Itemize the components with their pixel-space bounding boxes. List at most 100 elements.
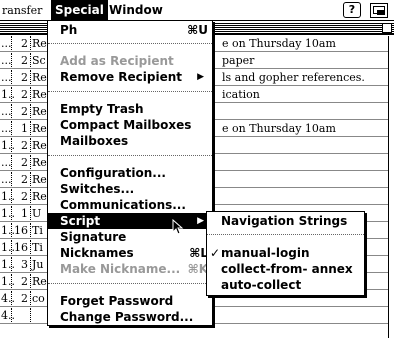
- table-cell-c1: 1..: [1, 240, 15, 255]
- menu-item-nicknames[interactable]: Nicknames ⌘L: [48, 245, 212, 261]
- table-cell-c2: 16: [13, 223, 31, 238]
- menu-separator: [48, 283, 212, 284]
- table-cell-c1: ...: [1, 53, 12, 68]
- menu-item-switches[interactable]: Switches...: [48, 181, 212, 197]
- table-cell-c2: 2: [13, 70, 31, 85]
- table-cell-c3: Re: [32, 275, 47, 288]
- table-cell-c1: 4..: [1, 291, 15, 306]
- menu-separator: [207, 234, 364, 235]
- menu-item-change-password[interactable]: Change Password...: [48, 309, 212, 325]
- zoom-box[interactable]: [382, 23, 392, 33]
- table-cell-c4: e on Thursday 10am: [222, 122, 336, 135]
- table-cell-c2: 2: [13, 172, 31, 187]
- application-menu-icon[interactable]: [370, 3, 388, 18]
- menu-item-label: Script: [60, 214, 101, 228]
- table-cell-c2: 2: [13, 189, 31, 204]
- menu-transfer[interactable]: ransfer: [0, 0, 46, 20]
- submenu-item-auto-collect[interactable]: auto-collect: [207, 277, 364, 293]
- menu-separator: [48, 43, 212, 44]
- table-cell-c2: 3: [13, 257, 31, 272]
- table-cell-c1: ...: [1, 36, 12, 51]
- table-cell-c2: 2: [13, 274, 31, 289]
- menu-special[interactable]: Special: [51, 0, 108, 20]
- table-cell-c1: ...: [1, 70, 12, 85]
- table-cell-c3: U: [32, 207, 42, 220]
- table-cell-c3: Re: [32, 173, 47, 186]
- menu-separator: [48, 91, 212, 92]
- menu-item-communications[interactable]: Communications...: [48, 197, 212, 213]
- menu-item-remove-recipient[interactable]: Remove Recipient ▶: [48, 69, 212, 85]
- table-cell-c1: 1..: [1, 87, 15, 102]
- arrow-cursor-icon: [172, 219, 184, 235]
- table-cell-c4: e on Thursday 10am: [222, 37, 336, 50]
- table-cell-c3: Re: [32, 37, 47, 50]
- shortcut-ph: ⌘U: [187, 23, 208, 37]
- table-cell-c1: 1..: [1, 257, 15, 272]
- menu-item-label: Ph: [60, 23, 78, 37]
- table-cell-c2: 1: [13, 206, 31, 221]
- table-cell-c3: Re: [32, 71, 47, 84]
- table-cell-c2: 2: [13, 104, 31, 119]
- table-cell-c1: 1..: [1, 274, 15, 289]
- menu-item-compact-mailboxes[interactable]: Compact Mailboxes: [48, 117, 212, 133]
- submenu-item-navigation-strings[interactable]: Navigation Strings: [207, 213, 364, 229]
- table-cell-c2: 2: [13, 138, 31, 153]
- table-cell-c3: Re: [32, 156, 47, 169]
- table-cell-c3: Re: [32, 190, 47, 203]
- table-cell-c1: ...: [1, 121, 12, 136]
- menu-item-forget-password[interactable]: Forget Password: [48, 293, 212, 309]
- table-cell-c3: Ti: [32, 241, 43, 254]
- menu-bar: ransfer Special Window ?: [0, 0, 394, 21]
- menu-item-make-nickname: Make Nickname... ⌘K: [48, 261, 212, 277]
- script-submenu: Navigation Strings ✓ manual-login collec…: [206, 211, 365, 296]
- submenu-item-collect-from-annex[interactable]: collect-from- annex: [207, 261, 364, 277]
- table-cell-c2: 2: [13, 53, 31, 68]
- table-cell-c3: Re: [32, 105, 47, 118]
- table-cell-c2: 2: [13, 36, 31, 51]
- menu-item-signature[interactable]: Signature: [48, 229, 212, 245]
- scrollbar[interactable]: [388, 36, 394, 338]
- menu-item-script[interactable]: Script ▶: [48, 213, 212, 229]
- menu-item-add-recipient: Add as Recipient: [60, 54, 174, 68]
- menu-separator: [48, 155, 212, 156]
- table-cell-c2: 2: [13, 155, 31, 170]
- menu-window[interactable]: Window: [105, 0, 167, 20]
- special-menu: Ph ⌘U Add as Recipient Remove Recipient …: [47, 20, 213, 326]
- table-cell-c1: 1..: [1, 206, 15, 221]
- table-cell-c1: 1..: [1, 223, 15, 238]
- table-cell-c3: Re: [32, 88, 47, 101]
- table-cell-c3: Ju: [32, 258, 44, 271]
- table-cell-c1: ...: [1, 104, 12, 119]
- menu-item-label: Nicknames: [60, 246, 134, 260]
- table-cell-c3: Sc: [32, 54, 46, 67]
- table-cell-c2: [13, 308, 31, 323]
- menu-item-empty-trash[interactable]: Empty Trash: [48, 101, 212, 117]
- menu-item-mailboxes[interactable]: Mailboxes: [48, 133, 212, 149]
- checkmark-icon: ✓: [210, 246, 221, 260]
- submenu-item-manual-login[interactable]: ✓ manual-login: [207, 245, 364, 261]
- table-cell-c3: Re: [32, 139, 47, 152]
- table-cell-c2: 16: [13, 240, 31, 255]
- menu-item-configuration[interactable]: Configuration...: [48, 165, 212, 181]
- table-cell-c1: ...: [1, 172, 12, 187]
- table-cell-c3: Re: [32, 122, 47, 135]
- table-cell-c1: 1..: [1, 189, 15, 204]
- table-cell-c4: ication: [222, 88, 260, 101]
- table-cell-c2: 1: [13, 121, 31, 136]
- table-cell-c1: 4..: [1, 308, 15, 323]
- menu-item-label: Make Nickname...: [60, 262, 181, 276]
- help-balloon-icon[interactable]: ?: [343, 2, 361, 18]
- table-cell-c4: ls and gopher references.: [222, 71, 365, 84]
- triangle-right-icon: ▶: [197, 216, 204, 226]
- menu-item-ph[interactable]: Ph ⌘U: [48, 22, 212, 38]
- table-cell-c4: paper: [222, 54, 255, 67]
- table-cell-c3: Ti: [32, 224, 43, 237]
- table-cell-c3: co: [32, 292, 45, 305]
- table-cell-c2: 2: [13, 87, 31, 102]
- table-cell-c2: 2: [13, 291, 31, 306]
- shortcut-make-nickname: ⌘K: [187, 262, 208, 276]
- menu-item-label: Remove Recipient: [60, 70, 182, 84]
- table-cell-c1: ...: [1, 155, 12, 170]
- menu-item-label: manual-login: [221, 246, 310, 260]
- table-cell-c1: 1..: [1, 138, 15, 153]
